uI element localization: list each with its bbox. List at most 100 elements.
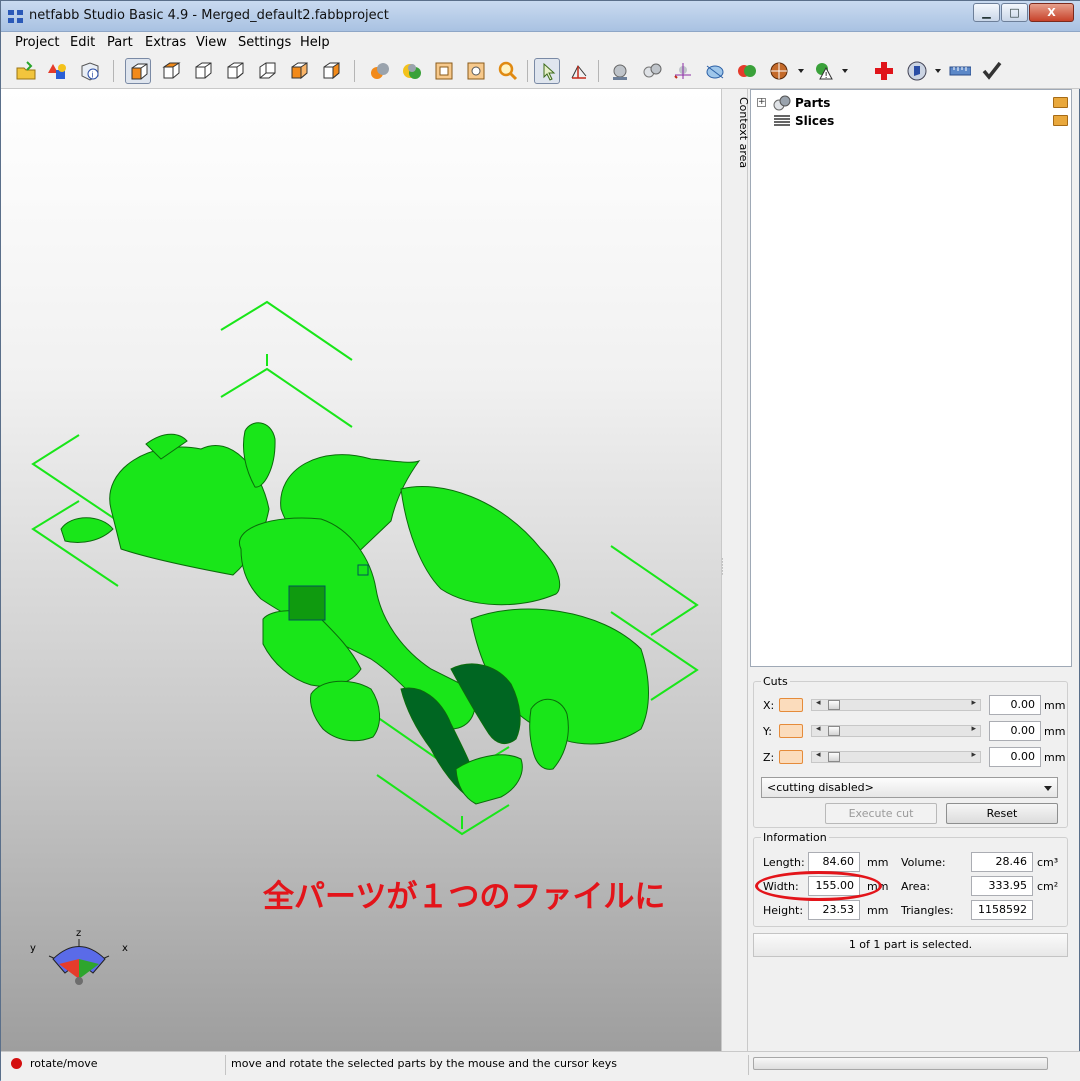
- cut-x-value-field[interactable]: 0.00: [989, 695, 1041, 715]
- apply-button[interactable]: [979, 58, 1005, 84]
- view-front-button[interactable]: [222, 58, 248, 84]
- axes-arrow-icon: [571, 65, 587, 79]
- axis-y-label: y: [30, 943, 36, 954]
- measure-dropdown-button[interactable]: [904, 58, 930, 84]
- view-top-button[interactable]: [158, 58, 184, 84]
- menu-help[interactable]: Help: [300, 35, 330, 50]
- project-tree[interactable]: + Parts Slices: [750, 89, 1072, 667]
- wireframe-button[interactable]: [431, 58, 457, 84]
- splitter-grip-icon[interactable]: · · · · · ·: [721, 556, 724, 580]
- zoom-extents-button[interactable]: [463, 58, 489, 84]
- cut-y-value-field[interactable]: 0.00: [989, 721, 1041, 741]
- menu-edit[interactable]: Edit: [70, 35, 95, 50]
- annotation-text: 全パーツが１つのファイルに: [263, 879, 666, 915]
- view-back-button[interactable]: [254, 58, 280, 84]
- cut-y-unit: mm: [1044, 725, 1066, 738]
- move-tool-button[interactable]: [566, 58, 592, 84]
- cube-left-icon: [291, 62, 308, 80]
- cube-top-icon: [162, 62, 181, 79]
- shading-mode-button[interactable]: [399, 58, 425, 84]
- parts-spheres-icon: [773, 95, 791, 111]
- width-highlight-ellipse: [755, 871, 882, 901]
- minimize-button[interactable]: ▁: [973, 3, 1000, 22]
- part-info-button[interactable]: i: [77, 58, 103, 84]
- checkmark-icon: [982, 61, 1002, 80]
- view-right-button[interactable]: [318, 58, 344, 84]
- cube-front-icon: [227, 62, 244, 79]
- boolean-spheres-icon: [738, 65, 756, 77]
- ruler-icon: [949, 66, 971, 76]
- repair-dropdown-arrow-icon[interactable]: [842, 69, 848, 73]
- length-value-field: 84.60: [808, 852, 860, 872]
- tree-item-slices[interactable]: Slices: [751, 112, 1071, 130]
- measure-dropdown-arrow-icon[interactable]: [935, 69, 941, 73]
- triangles-value-field: 1158592: [971, 900, 1033, 920]
- app-window: netfabb Studio Basic 4.9 - Merged_defaul…: [0, 0, 1080, 1081]
- context-area-splitter[interactable]: [721, 89, 748, 1051]
- menu-part[interactable]: Part: [107, 35, 133, 50]
- shading-button[interactable]: [367, 58, 393, 84]
- cube-view-icon: [131, 63, 148, 80]
- cut-z-value-field[interactable]: 0.00: [989, 747, 1041, 767]
- gray-sphere-icon: [613, 64, 627, 80]
- parts-folder-icon[interactable]: [1053, 97, 1068, 108]
- zoom-button[interactable]: [495, 58, 521, 84]
- cutting-mode-select[interactable]: <cutting disabled>: [761, 777, 1058, 798]
- part-spheres-button[interactable]: [639, 58, 665, 84]
- cut-y-label: Y:: [763, 725, 772, 738]
- zoom-box-icon: [467, 62, 485, 80]
- boolean-button[interactable]: [734, 58, 760, 84]
- reset-button[interactable]: Reset: [946, 803, 1058, 824]
- cut-y-slider[interactable]: ◂ ▸: [811, 724, 981, 737]
- repair-button[interactable]: !: [810, 58, 836, 84]
- add-button[interactable]: [871, 58, 897, 84]
- cut-x-color-swatch[interactable]: [779, 698, 803, 712]
- menu-extras[interactable]: Extras: [145, 35, 186, 50]
- shapes-icon: [48, 64, 66, 79]
- maximize-button[interactable]: □: [1001, 3, 1028, 22]
- part-sphere-button[interactable]: [607, 58, 633, 84]
- length-unit: mm: [867, 856, 889, 869]
- axis-z-label: z: [76, 928, 81, 939]
- view-bottom-button[interactable]: [190, 58, 216, 84]
- triangles-label: Triangles:: [901, 904, 954, 917]
- open-project-button[interactable]: [13, 58, 39, 84]
- cuts-title: Cuts: [761, 675, 790, 688]
- context-area-label[interactable]: Context area: [737, 97, 750, 168]
- execute-cut-button[interactable]: Execute cut: [825, 803, 937, 824]
- progress-bar: [753, 1057, 1048, 1070]
- menu-view[interactable]: View: [196, 35, 227, 50]
- selection-status: 1 of 1 part is selected.: [753, 933, 1068, 957]
- status-mode: rotate/move: [30, 1057, 98, 1070]
- close-button[interactable]: X: [1029, 3, 1074, 22]
- red-plus-icon: [875, 62, 893, 80]
- information-title: Information: [761, 831, 829, 844]
- cut-dropdown-arrow-icon[interactable]: [798, 69, 804, 73]
- 3d-viewport[interactable]: z y x 全パーツが１つのファイルに: [1, 89, 721, 1051]
- cube-info-icon: i: [81, 62, 99, 81]
- cut-button[interactable]: [766, 58, 792, 84]
- select-tool-button[interactable]: [534, 58, 560, 84]
- cut-y-color-swatch[interactable]: [779, 724, 803, 738]
- expand-parts-icon[interactable]: +: [757, 98, 766, 107]
- slices-stack-icon: [774, 115, 790, 126]
- view-left-button[interactable]: [286, 58, 312, 84]
- menu-settings[interactable]: Settings: [238, 35, 291, 50]
- chevron-down-icon: [1044, 786, 1052, 791]
- tree-item-parts[interactable]: + Parts: [751, 94, 1071, 112]
- title-bar[interactable]: netfabb Studio Basic 4.9 - Merged_defaul…: [1, 1, 1080, 32]
- view-perspective-button[interactable]: [125, 58, 151, 84]
- menu-project[interactable]: Project: [15, 35, 59, 50]
- cut-x-slider[interactable]: ◂ ▸: [811, 698, 981, 711]
- sliced-sphere-icon: [770, 62, 788, 80]
- ruler-button[interactable]: [947, 58, 973, 84]
- scale-part-button[interactable]: [702, 58, 728, 84]
- add-part-button[interactable]: [45, 58, 71, 84]
- cut-z-color-swatch[interactable]: [779, 750, 803, 764]
- 3d-model-figure: [60, 422, 649, 805]
- height-unit: mm: [867, 904, 889, 917]
- rotate-part-button[interactable]: [670, 58, 696, 84]
- slices-folder-icon[interactable]: [1053, 115, 1068, 126]
- cut-z-slider[interactable]: ◂ ▸: [811, 750, 981, 763]
- cut-z-label: Z:: [763, 751, 775, 764]
